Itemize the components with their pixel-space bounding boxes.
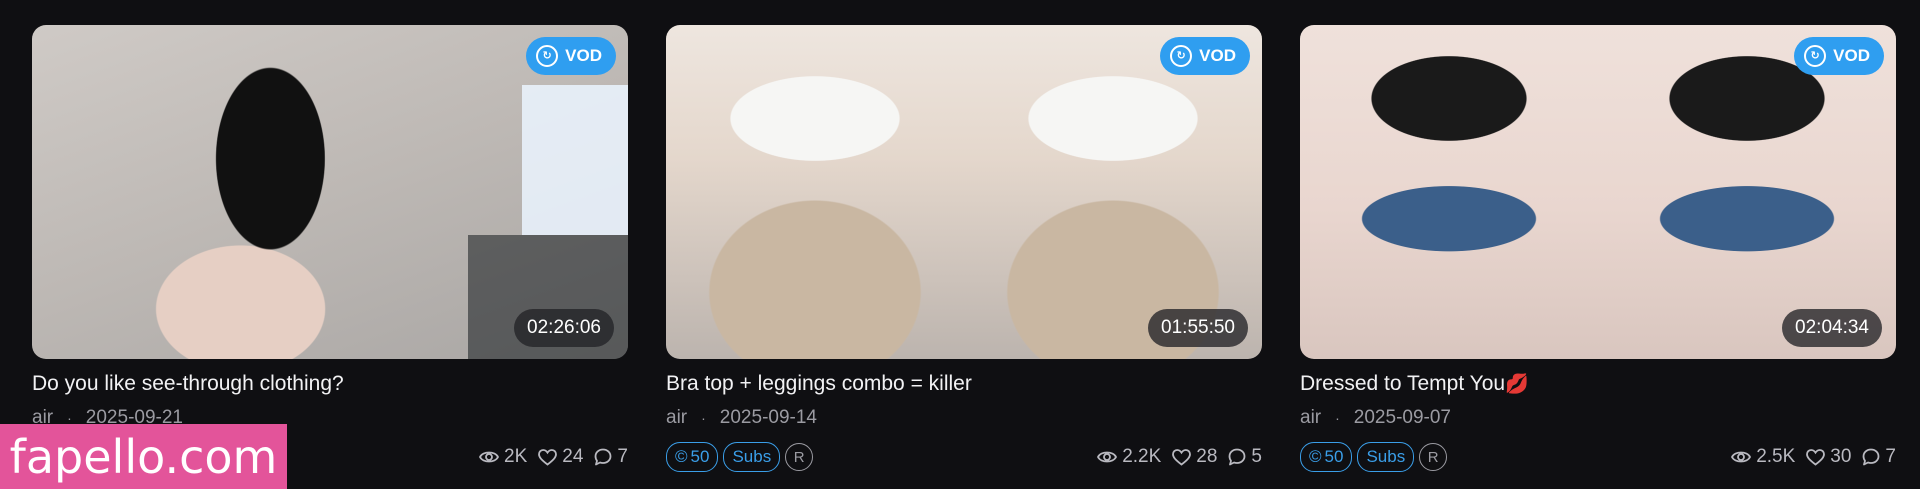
subs-tag[interactable]: Subs [1357, 442, 1415, 472]
publish-date: 2025-09-07 [1353, 407, 1451, 428]
subs-tag[interactable]: Subs [723, 442, 781, 472]
video-thumbnail[interactable]: ↻ VOD 02:26:06 [32, 25, 628, 359]
comments-stat[interactable]: 7 [1862, 446, 1896, 468]
video-stats: 2K 24 7 [479, 446, 628, 468]
video-card[interactable]: ↻ VOD 02:04:34 Dressed to Tempt You💋 air… [1300, 25, 1896, 473]
author-name[interactable]: air [666, 407, 687, 429]
video-card[interactable]: ↻ VOD 01:55:50 Bra top + leggings combo … [666, 25, 1262, 473]
views-count: 2K [504, 446, 528, 467]
author-name[interactable]: air [1300, 407, 1321, 429]
vod-badge: ↻ VOD [526, 37, 616, 75]
rating-tag[interactable]: R [1419, 443, 1448, 471]
access-tags: © 50 Subs R [666, 442, 814, 472]
video-title[interactable]: Do you like see-through clothing? [32, 372, 628, 398]
card-footer: © 50 Subs R 2.5K 30 7 [1300, 441, 1896, 473]
replay-icon: ↻ [536, 45, 559, 67]
thumbnail-image-left [666, 25, 964, 359]
likes-stat[interactable]: 24 [538, 446, 583, 468]
views-count: 2.5K [1756, 446, 1796, 467]
video-title-text: Do you like see-through clothing? [32, 372, 344, 395]
views-stat: 2K [479, 446, 527, 468]
duration-badge: 02:04:34 [1782, 309, 1882, 347]
video-meta: air · 2025-09-14 [666, 407, 1262, 429]
thumbnail-image-left [1300, 25, 1598, 359]
views-stat: 2.5K [1731, 446, 1795, 468]
comments-count: 5 [1251, 446, 1262, 467]
video-title-text: Dressed to Tempt You [1300, 372, 1506, 395]
meta-separator: · [701, 410, 706, 426]
replay-icon: ↻ [1804, 45, 1827, 67]
video-grid: ↻ VOD 02:26:06 Do you like see-through c… [32, 25, 1896, 473]
comments-count: 7 [1885, 446, 1896, 467]
stream-menu-overlay [522, 85, 628, 235]
vod-badge-label: VOD [565, 46, 602, 65]
price-value: 50 [1324, 447, 1344, 466]
views-stat: 2.2K [1097, 446, 1161, 468]
video-stats: 2.5K 30 7 [1731, 446, 1896, 468]
vod-badge: ↻ VOD [1794, 37, 1884, 75]
price-tag[interactable]: © 50 [666, 442, 719, 472]
vod-badge-label: VOD [1833, 46, 1870, 65]
comments-stat[interactable]: 7 [594, 446, 628, 468]
likes-count: 28 [1196, 446, 1218, 467]
comments-count: 7 [617, 446, 628, 467]
heart-icon [1172, 448, 1192, 466]
chat-bubble-icon [1229, 448, 1246, 466]
eye-icon [479, 451, 500, 463]
video-thumbnail[interactable]: ↻ VOD 02:04:34 [1300, 25, 1896, 359]
heart-icon [1806, 448, 1826, 466]
vod-badge-label: VOD [1199, 46, 1236, 65]
video-meta: air · 2025-09-07 [1300, 407, 1896, 429]
comments-stat[interactable]: 5 [1228, 446, 1262, 468]
views-count: 2.2K [1122, 446, 1162, 467]
meta-separator: · [1335, 410, 1340, 426]
vod-badge: ↻ VOD [1160, 37, 1250, 75]
coin-icon: © [675, 447, 688, 466]
site-watermark: fapello.com [0, 424, 287, 489]
publish-date: 2025-09-14 [719, 407, 817, 428]
chat-bubble-icon [595, 448, 612, 466]
access-tags: © 50 Subs R [1300, 442, 1448, 472]
price-value: 50 [690, 447, 710, 466]
coin-icon: © [1309, 447, 1322, 466]
eye-icon [1097, 451, 1118, 463]
likes-count: 30 [1830, 446, 1852, 467]
chat-bubble-icon [1863, 448, 1880, 466]
rating-tag[interactable]: R [785, 443, 814, 471]
kiss-mark-icon: 💋 [1505, 374, 1529, 395]
duration-badge: 02:26:06 [514, 309, 614, 347]
video-title[interactable]: Dressed to Tempt You💋 [1300, 372, 1896, 398]
eye-icon [1731, 451, 1752, 463]
video-thumbnail[interactable]: ↻ VOD 01:55:50 [666, 25, 1262, 359]
video-title-text: Bra top + leggings combo = killer [666, 372, 972, 395]
price-tag[interactable]: © 50 [1300, 442, 1353, 472]
card-footer: © 50 Subs R 2.2K 28 5 [666, 441, 1262, 473]
likes-stat[interactable]: 30 [1806, 446, 1851, 468]
video-card[interactable]: ↻ VOD 02:26:06 Do you like see-through c… [32, 25, 628, 473]
duration-badge: 01:55:50 [1148, 309, 1248, 347]
video-stats: 2.2K 28 5 [1097, 446, 1262, 468]
replay-icon: ↻ [1170, 45, 1193, 67]
likes-count: 24 [562, 446, 584, 467]
likes-stat[interactable]: 28 [1172, 446, 1217, 468]
heart-icon [538, 448, 558, 466]
video-title[interactable]: Bra top + leggings combo = killer [666, 372, 1262, 398]
